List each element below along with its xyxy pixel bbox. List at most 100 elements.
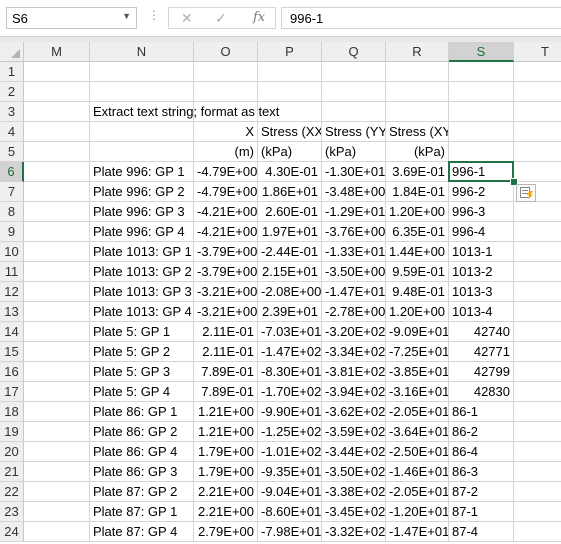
cell-m14[interactable] xyxy=(24,322,90,342)
chevron-down-icon[interactable]: ▼ xyxy=(122,11,131,21)
quick-analysis-icon[interactable] xyxy=(516,184,536,202)
spreadsheet-grid[interactable]: M N O P Q R S T 1 2 3 Extract text string; format a… xyxy=(0,42,561,544)
cell-m19[interactable] xyxy=(24,422,90,442)
cell-q16[interactable]: -3.81E+02 xyxy=(322,362,386,382)
cell-p18[interactable]: -9.90E+01 xyxy=(258,402,322,422)
cell-q7[interactable]: -3.48E+00 xyxy=(322,182,386,202)
cell-r1[interactable] xyxy=(386,62,449,82)
cell-n5[interactable] xyxy=(90,142,194,162)
cell-q23[interactable]: -3.45E+02 xyxy=(322,502,386,522)
cell-o23[interactable]: 2.21E+00 xyxy=(194,502,258,522)
cell-q10[interactable]: -1.33E+01 xyxy=(322,242,386,262)
cell-n2[interactable] xyxy=(90,82,194,102)
row-header-1[interactable]: 1 xyxy=(0,62,24,82)
cell-r22[interactable]: -2.05E+01 xyxy=(386,482,449,502)
cell-p20[interactable]: -1.01E+02 xyxy=(258,442,322,462)
cell-n11[interactable]: Plate 1013: GP 2 xyxy=(90,262,194,282)
cell-r6[interactable]: 3.69E-01 xyxy=(386,162,449,182)
cell-t5[interactable] xyxy=(514,142,561,162)
cell-n12[interactable]: Plate 1013: GP 3 xyxy=(90,282,194,302)
cell-m21[interactable] xyxy=(24,462,90,482)
cell-r15[interactable]: -7.25E+01 xyxy=(386,342,449,362)
cell-p14[interactable]: -7.03E+01 xyxy=(258,322,322,342)
cell-q21[interactable]: -3.50E+02 xyxy=(322,462,386,482)
cell-m16[interactable] xyxy=(24,362,90,382)
cell-m23[interactable] xyxy=(24,502,90,522)
cell-r19[interactable]: -3.64E+01 xyxy=(386,422,449,442)
cell-s21[interactable]: 86-3 xyxy=(449,462,514,482)
cell-m20[interactable] xyxy=(24,442,90,462)
cell-r18[interactable]: -2.05E+01 xyxy=(386,402,449,422)
cell-n24[interactable]: Plate 87: GP 4 xyxy=(90,522,194,542)
cell-o13[interactable]: -3.21E+00 xyxy=(194,302,258,322)
cell-o10[interactable]: -3.79E+00 xyxy=(194,242,258,262)
cell-o14[interactable]: 2.11E-01 xyxy=(194,322,258,342)
cell-o4[interactable]: X xyxy=(194,122,258,142)
cell-p2[interactable] xyxy=(258,82,322,102)
cell-p1[interactable] xyxy=(258,62,322,82)
cell-q20[interactable]: -3.44E+02 xyxy=(322,442,386,462)
row-header-23[interactable]: 23 xyxy=(0,502,24,522)
cell-o6[interactable]: -4.79E+00 xyxy=(194,162,258,182)
cell-m12[interactable] xyxy=(24,282,90,302)
row-header-13[interactable]: 13 xyxy=(0,302,24,322)
cell-s18[interactable]: 86-1 xyxy=(449,402,514,422)
cell-t9[interactable] xyxy=(514,222,561,242)
cell-r14[interactable]: -9.09E+01 xyxy=(386,322,449,342)
cell-s23[interactable]: 87-1 xyxy=(449,502,514,522)
cell-n1[interactable] xyxy=(90,62,194,82)
formula-input[interactable]: 996-1 xyxy=(281,7,561,29)
row-header-7[interactable]: 7 xyxy=(0,182,24,202)
cell-n4[interactable] xyxy=(90,122,194,142)
cell-q18[interactable]: -3.62E+02 xyxy=(322,402,386,422)
cell-o5[interactable]: (m) xyxy=(194,142,258,162)
cell-o19[interactable]: 1.21E+00 xyxy=(194,422,258,442)
cell-q11[interactable]: -3.50E+00 xyxy=(322,262,386,282)
cell-o1[interactable] xyxy=(194,62,258,82)
cell-n6[interactable]: Plate 996: GP 1 xyxy=(90,162,194,182)
row-header-6[interactable]: 6 xyxy=(0,162,24,182)
cell-s24[interactable]: 87-4 xyxy=(449,522,514,542)
column-header-t[interactable]: T xyxy=(514,42,561,62)
cell-s12[interactable]: 1013-3 xyxy=(449,282,514,302)
cell-o18[interactable]: 1.21E+00 xyxy=(194,402,258,422)
cell-q12[interactable]: -1.47E+01 xyxy=(322,282,386,302)
cell-p17[interactable]: -1.70E+02 xyxy=(258,382,322,402)
cell-p16[interactable]: -8.30E+01 xyxy=(258,362,322,382)
row-header-22[interactable]: 22 xyxy=(0,482,24,502)
cell-o16[interactable]: 7.89E-01 xyxy=(194,362,258,382)
cell-m8[interactable] xyxy=(24,202,90,222)
cell-m6[interactable] xyxy=(24,162,90,182)
cell-n3[interactable]: Extract text string; format as text xyxy=(90,102,279,122)
cell-r4[interactable]: Stress (XY) xyxy=(386,122,449,142)
cell-s5[interactable] xyxy=(449,142,514,162)
cell-q17[interactable]: -3.94E+02 xyxy=(322,382,386,402)
cell-n19[interactable]: Plate 86: GP 2 xyxy=(90,422,194,442)
cell-r3[interactable] xyxy=(386,102,449,122)
cell-q13[interactable]: -2.78E+00 xyxy=(322,302,386,322)
cell-n8[interactable]: Plate 996: GP 3 xyxy=(90,202,194,222)
cell-n22[interactable]: Plate 87: GP 2 xyxy=(90,482,194,502)
cell-p23[interactable]: -8.60E+01 xyxy=(258,502,322,522)
cell-t4[interactable] xyxy=(514,122,561,142)
row-header-12[interactable]: 12 xyxy=(0,282,24,302)
cell-o20[interactable]: 1.79E+00 xyxy=(194,442,258,462)
cell-p5[interactable]: (kPa) xyxy=(258,142,322,162)
row-header-8[interactable]: 8 xyxy=(0,202,24,222)
cell-q14[interactable]: -3.20E+02 xyxy=(322,322,386,342)
cell-m11[interactable] xyxy=(24,262,90,282)
cell-s9[interactable]: 996-4 xyxy=(449,222,514,242)
cell-m10[interactable] xyxy=(24,242,90,262)
cell-n16[interactable]: Plate 5: GP 3 xyxy=(90,362,194,382)
cell-t20[interactable] xyxy=(514,442,561,462)
cell-m7[interactable] xyxy=(24,182,90,202)
cell-p10[interactable]: -2.44E-01 xyxy=(258,242,322,262)
cell-t15[interactable] xyxy=(514,342,561,362)
cell-s3[interactable] xyxy=(449,102,514,122)
cell-p21[interactable]: -9.35E+01 xyxy=(258,462,322,482)
cell-p24[interactable]: -7.98E+01 xyxy=(258,522,322,542)
cell-p13[interactable]: 2.39E+01 xyxy=(258,302,322,322)
cell-q6[interactable]: -1.30E+01 xyxy=(322,162,386,182)
cell-n20[interactable]: Plate 86: GP 4 xyxy=(90,442,194,462)
cell-q4[interactable]: Stress (YY xyxy=(322,122,386,142)
